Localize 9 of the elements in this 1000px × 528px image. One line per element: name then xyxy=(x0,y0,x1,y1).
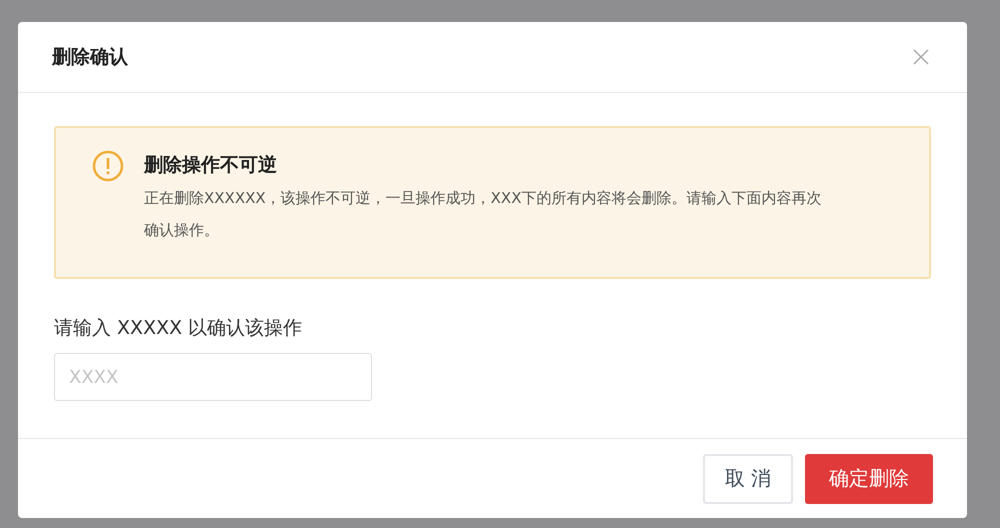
confirm-delete-button[interactable]: 确定删除 xyxy=(805,454,933,504)
confirm-input-field[interactable]: XXXX xyxy=(54,353,372,401)
alert-title: 删除操作不可逆 xyxy=(144,153,278,178)
field-label: 请输入 XXXXX 以确认该操作 xyxy=(54,316,304,341)
dialog-title: 删除确认 xyxy=(52,45,128,70)
alert-message: 正在删除XXXXXX，该操作不可逆，一旦操作成功，XXX下的所有内容将会删除。请输入下面内容再次确认操作。 xyxy=(144,188,822,241)
warning-icon xyxy=(92,150,124,182)
cancel-button[interactable]: 取 消 xyxy=(703,454,793,504)
close-icon[interactable] xyxy=(913,49,929,65)
